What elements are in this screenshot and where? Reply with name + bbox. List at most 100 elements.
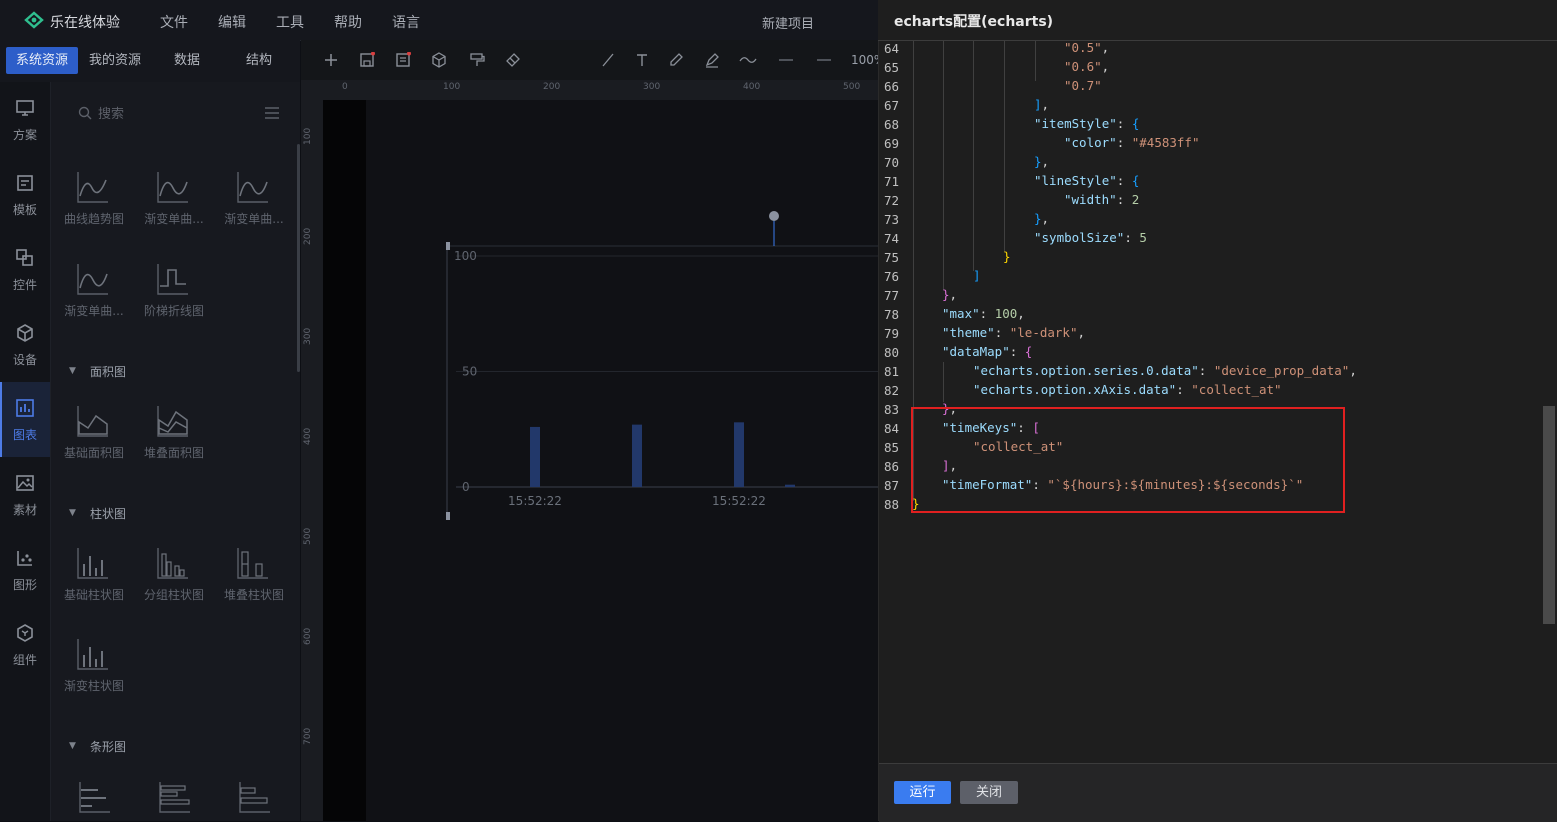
tab-my-resources[interactable]: 我的资源 <box>82 47 148 74</box>
code-token: "le-dark" <box>1009 325 1078 340</box>
save-icon[interactable] <box>359 52 375 68</box>
rail-item-chart[interactable]: 图表 <box>0 382 50 457</box>
dash-line-icon[interactable] <box>778 52 794 68</box>
line-number: 80 <box>883 345 899 360</box>
bar-chart-icon[interactable] <box>78 780 112 814</box>
close-button[interactable]: 关闭 <box>960 781 1018 804</box>
line-number: 70 <box>883 155 899 170</box>
thumb-step-line[interactable]: 阶梯折线图 <box>144 262 204 322</box>
rail-item-shape[interactable]: 图形 <box>0 532 50 607</box>
category-area[interactable]: 面积图 <box>90 363 126 380</box>
thumb-label: 基础柱状图 <box>63 588 124 602</box>
format-painter-icon[interactable] <box>469 52 485 68</box>
thumb-stacked-column[interactable]: 堆叠柱状图 <box>224 546 284 606</box>
run-button[interactable]: 运行 <box>894 781 951 804</box>
cube-icon[interactable] <box>431 52 447 68</box>
y-tick-label: 50 <box>462 365 477 379</box>
rail-label-template: 模板 <box>12 203 37 217</box>
tab-system-resources[interactable]: 系统资源 <box>6 47 78 74</box>
tab-structure[interactable]: 结构 <box>228 47 290 74</box>
step-line-icon <box>157 264 188 295</box>
menu-language[interactable]: 语言 <box>392 12 420 32</box>
rail-label-component: 组件 <box>12 653 37 667</box>
ruler-tick: 300 <box>643 82 661 92</box>
code-token: 2 <box>1131 192 1140 207</box>
line-number: 67 <box>883 98 899 113</box>
config-panel-title: echarts配置(echarts) <box>894 14 1054 30</box>
rail-label-plan: 方案 <box>12 128 37 142</box>
line-number: 69 <box>883 136 899 151</box>
add-icon[interactable] <box>323 52 339 68</box>
column-chart-icon <box>77 639 108 670</box>
pen-icon[interactable] <box>704 52 720 68</box>
code-token: "theme" <box>942 325 995 340</box>
document-icon[interactable] <box>395 52 411 68</box>
editor-scrollbar[interactable] <box>1543 406 1555 624</box>
rail-item-material[interactable]: 素材 <box>0 457 50 532</box>
ruler-tick: 200 <box>303 227 313 245</box>
bar-chart-widget[interactable]: 0 50 100 15:52:22 15:52:22 <box>446 210 878 520</box>
ruler-tick: 100 <box>303 127 313 145</box>
ruler-tick: 200 <box>543 82 561 92</box>
code-token: "width" <box>1064 192 1117 207</box>
pencil-icon[interactable] <box>668 52 684 68</box>
rail-label-chart: 图表 <box>12 428 37 442</box>
rail-item-plan[interactable]: 方案 <box>0 82 50 157</box>
thumb-curve-trend[interactable]: 曲线趋势图 <box>64 170 124 230</box>
category-bar[interactable]: 条形图 <box>90 738 126 755</box>
curve-tool-icon[interactable] <box>739 52 757 68</box>
tab-data[interactable]: 数据 <box>156 47 218 74</box>
grouped-bar-icon[interactable] <box>158 780 192 814</box>
chevron-down-icon[interactable]: ▼ <box>69 366 76 376</box>
menu-tools[interactable]: 工具 <box>276 12 304 32</box>
panel-scrollbar[interactable] <box>297 144 300 372</box>
bar <box>734 422 744 487</box>
thumb-gradient-single-1[interactable]: 渐变单曲... <box>144 170 204 230</box>
menu-file[interactable]: 文件 <box>160 12 188 32</box>
rail-item-device[interactable]: 设备 <box>0 307 50 382</box>
code-token: "echarts.option.xAxis.data" <box>973 382 1177 397</box>
thumb-label: 渐变单曲... <box>224 212 284 226</box>
line-number: 76 <box>883 269 899 284</box>
thumb-gradient-column[interactable]: 渐变柱状图 <box>64 637 124 697</box>
category-column[interactable]: 柱状图 <box>90 505 126 522</box>
rail-item-component[interactable]: 组件 <box>0 607 50 682</box>
thumb-gradient-single-3[interactable]: 渐变单曲... <box>64 262 124 322</box>
menu-edit[interactable]: 编辑 <box>218 12 246 32</box>
thumb-label: 渐变柱状图 <box>63 679 124 693</box>
thumb-stacked-area[interactable]: 堆叠面积图 <box>144 404 204 464</box>
search-input[interactable] <box>96 103 250 125</box>
code-token: "symbolSize" <box>1034 230 1125 245</box>
stacked-bar-icon[interactable] <box>238 780 272 814</box>
grouped-column-icon <box>157 548 188 579</box>
line-number: 77 <box>883 288 899 303</box>
solid-line-icon[interactable] <box>816 52 832 68</box>
chevron-down-icon[interactable]: ▼ <box>69 508 76 518</box>
thumb-label: 堆叠柱状图 <box>223 588 284 602</box>
line-number: 83 <box>883 402 899 417</box>
rail-item-control[interactable]: 控件 <box>0 232 50 307</box>
line-number: 75 <box>883 250 899 265</box>
chevron-down-icon[interactable]: ▼ <box>69 741 76 751</box>
line-tool-icon[interactable] <box>600 52 616 68</box>
line-number: 85 <box>883 440 899 455</box>
line-number: 65 <box>883 60 899 75</box>
code-token: 5 <box>1139 230 1147 245</box>
list-icon[interactable] <box>265 107 279 119</box>
line-number: 64 <box>883 41 899 56</box>
eraser-icon[interactable] <box>505 52 521 68</box>
menu-help[interactable]: 帮助 <box>334 12 362 32</box>
text-tool-icon[interactable] <box>634 52 650 68</box>
thumb-basic-area[interactable]: 基础面积图 <box>64 404 124 464</box>
thumb-gradient-single-2[interactable]: 渐变单曲... <box>224 170 284 230</box>
ruler-left <box>301 80 323 821</box>
thumb-grouped-column[interactable]: 分组柱状图 <box>144 546 204 606</box>
y-tick-label: 100 <box>454 249 477 263</box>
bar <box>530 426 540 487</box>
code-token: "dataMap" <box>942 344 1010 359</box>
code-token: "0.7" <box>1064 78 1102 93</box>
code-token: "0.6" <box>1064 59 1102 74</box>
line-number: 87 <box>883 478 899 493</box>
thumb-basic-column[interactable]: 基础柱状图 <box>64 546 124 606</box>
rail-item-template[interactable]: 模板 <box>0 157 50 232</box>
